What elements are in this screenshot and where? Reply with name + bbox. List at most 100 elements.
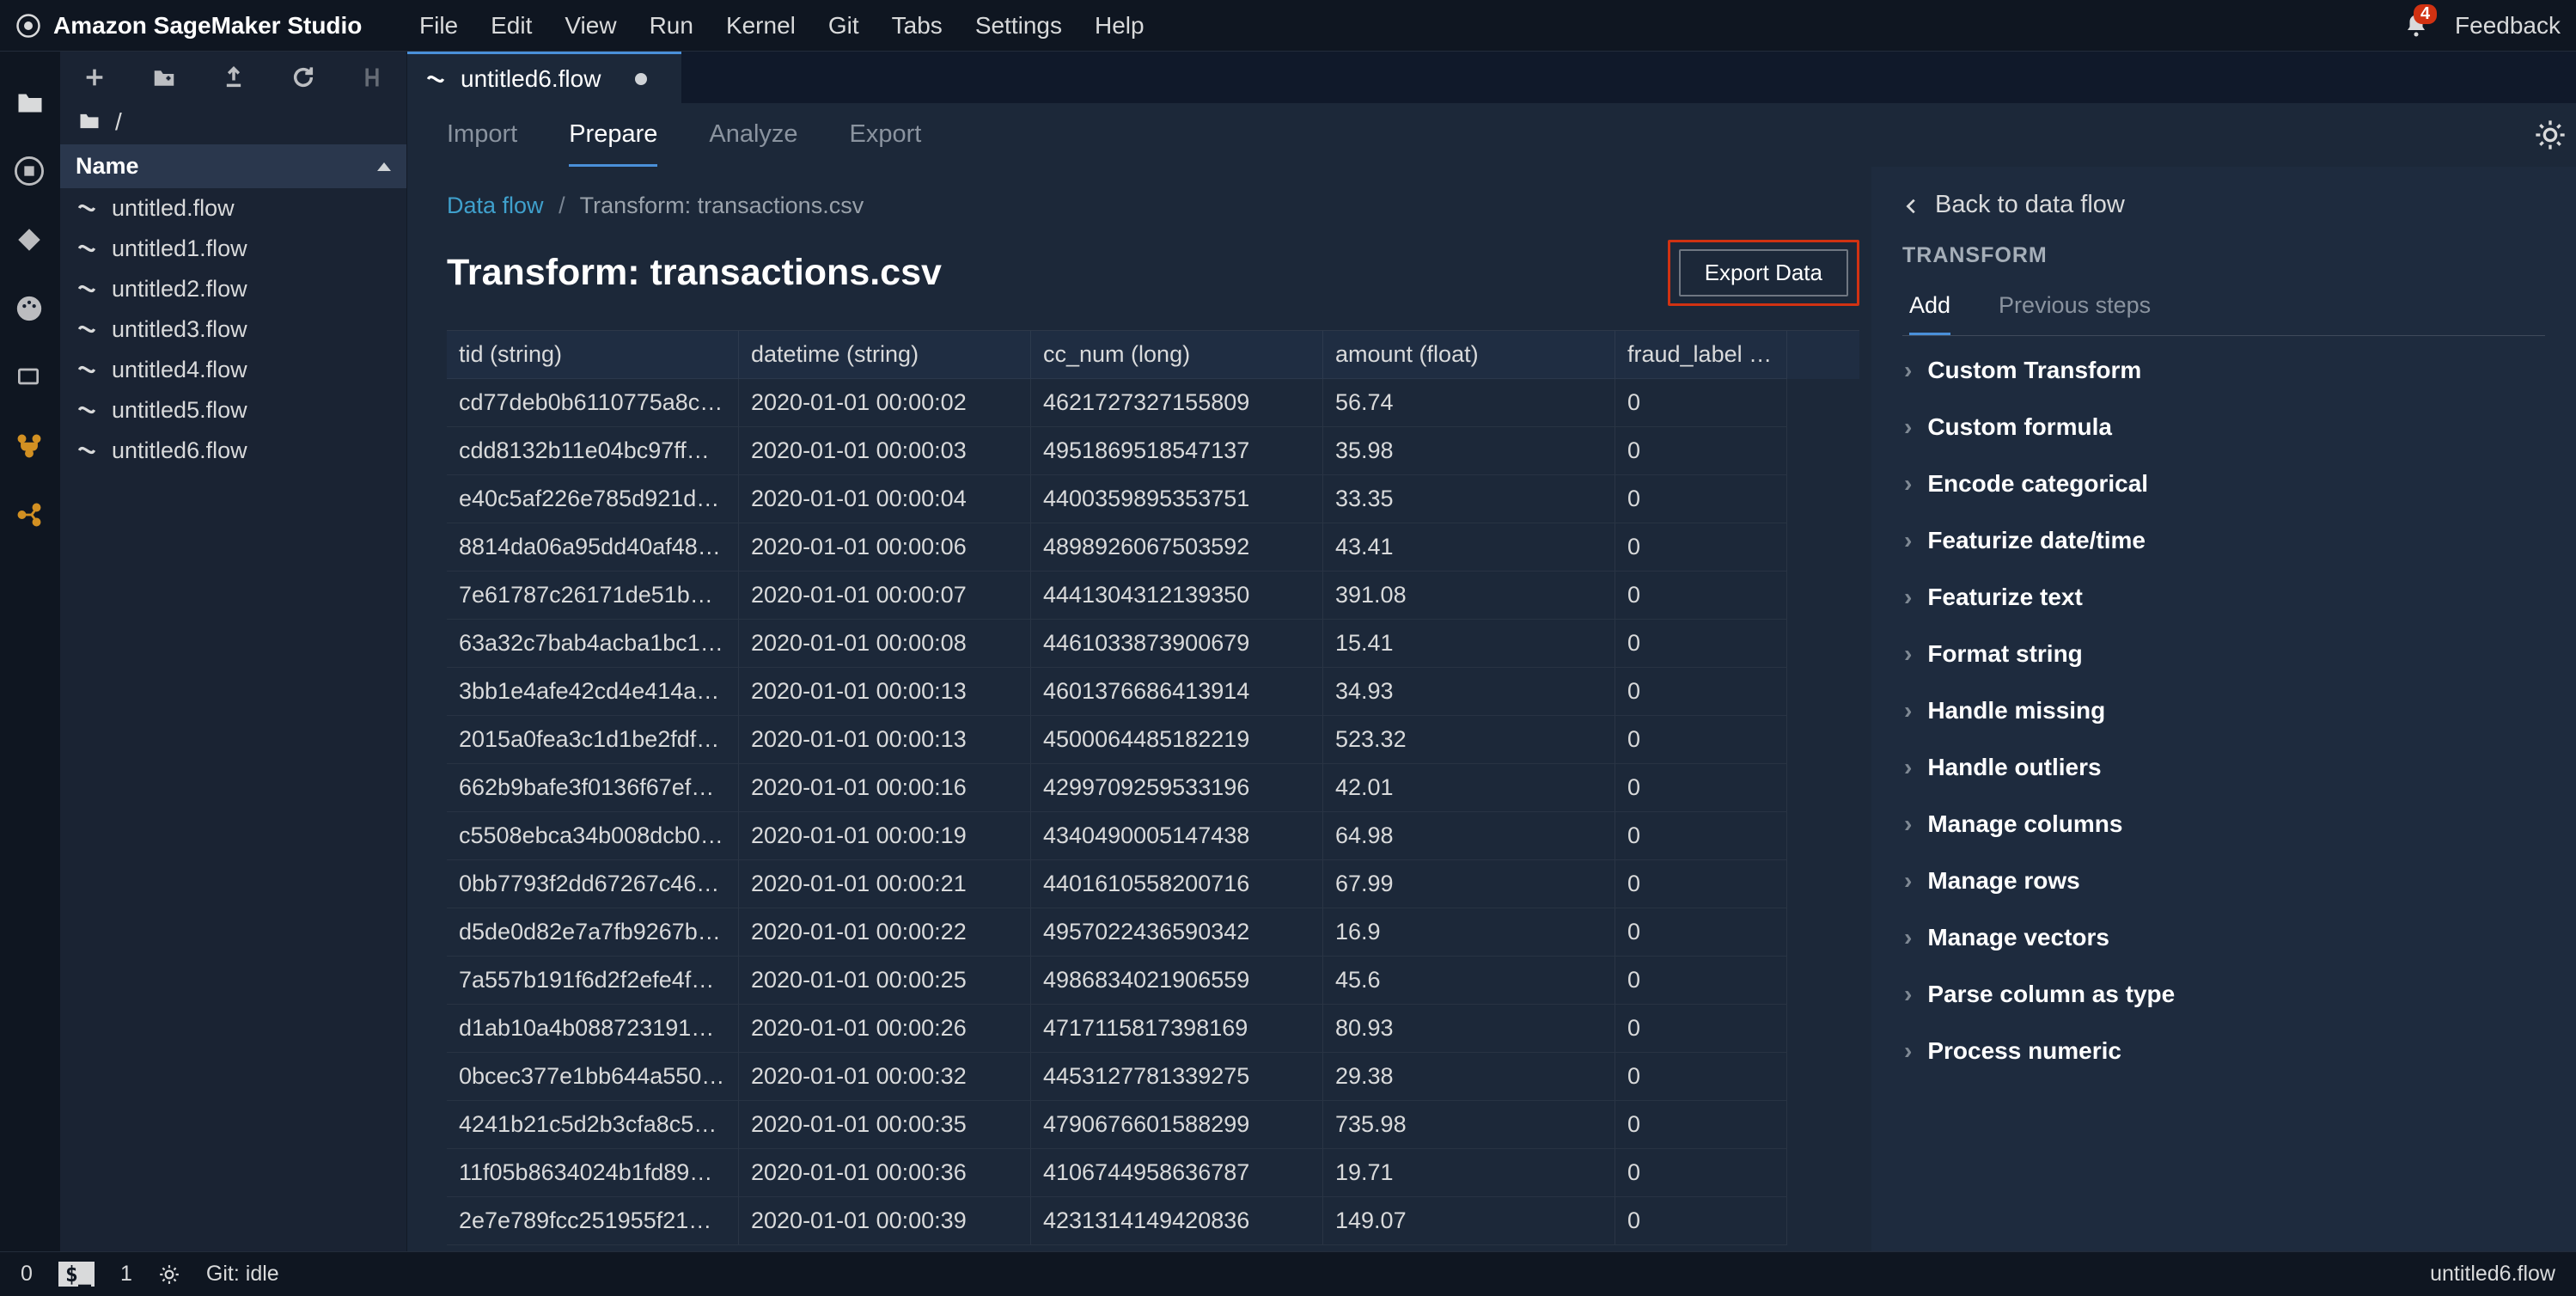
- back-to-flow-button[interactable]: Back to data flow: [1871, 167, 2576, 243]
- column-header[interactable]: datetime (string): [739, 331, 1031, 379]
- flow-file-icon: [76, 318, 100, 342]
- chevron-right-icon: ›: [1904, 924, 1912, 951]
- terminal-icon[interactable]: $_: [58, 1262, 95, 1287]
- cell: 0: [1615, 908, 1787, 957]
- stop-icon[interactable]: [15, 156, 46, 187]
- table-row[interactable]: 662b9bafe3f0136f67ef…2020-01-01 00:00:16…: [447, 764, 1859, 812]
- table-row[interactable]: d1ab10a4b088723191…2020-01-01 00:00:2647…: [447, 1005, 1859, 1053]
- table-row[interactable]: 63a32c7bab4acba1bc1…2020-01-01 00:00:084…: [447, 620, 1859, 668]
- subtab-add[interactable]: Add: [1909, 282, 1950, 335]
- table-row[interactable]: cdd8132b11e04bc97ff…2020-01-01 00:00:034…: [447, 427, 1859, 475]
- file-item[interactable]: untitled6.flow: [60, 431, 406, 471]
- brand: Amazon SageMaker Studio: [15, 12, 385, 40]
- chevron-right-icon: ›: [1904, 810, 1912, 838]
- transform-item[interactable]: ›Parse column as type: [1895, 969, 2552, 1020]
- git-status[interactable]: Git: idle: [206, 1262, 279, 1287]
- cell: 0: [1615, 427, 1787, 475]
- file-tab[interactable]: untitled6.flow: [407, 52, 681, 103]
- menu-tabs[interactable]: Tabs: [892, 12, 943, 40]
- transform-item[interactable]: ›Manage rows: [1895, 855, 2552, 907]
- menu-view[interactable]: View: [565, 12, 616, 40]
- breadcrumb-link[interactable]: Data flow: [447, 193, 544, 218]
- refresh-icon[interactable]: [291, 65, 315, 91]
- cell: 149.07: [1323, 1197, 1615, 1245]
- tab-analyze[interactable]: Analyze: [709, 120, 797, 167]
- table-row[interactable]: 3bb1e4afe42cd4e414a…2020-01-01 00:00:134…: [447, 668, 1859, 716]
- transform-item[interactable]: ›Encode categorical: [1895, 458, 2552, 510]
- column-header[interactable]: cc_num (long): [1031, 331, 1323, 379]
- menu-settings[interactable]: Settings: [975, 12, 1062, 40]
- git-icon[interactable]: [15, 225, 46, 256]
- git-pull-icon[interactable]: [360, 65, 384, 91]
- tab-export[interactable]: Export: [850, 120, 922, 167]
- file-list-header[interactable]: Name: [60, 144, 406, 188]
- flow-file-icon: [76, 278, 100, 302]
- menu-file[interactable]: File: [419, 12, 458, 40]
- flow-file-icon: [76, 439, 100, 463]
- table-row[interactable]: 7e61787c26171de51b…2020-01-01 00:00:0744…: [447, 572, 1859, 620]
- transform-item[interactable]: ›Custom Transform: [1895, 345, 2552, 396]
- new-launcher-icon[interactable]: [82, 65, 107, 91]
- table-row[interactable]: 4241b21c5d2b3cfa8c5…2020-01-01 00:00:354…: [447, 1101, 1859, 1149]
- sort-ascending-icon: [377, 162, 391, 171]
- table-row[interactable]: e40c5af226e785d921d…2020-01-01 00:00:044…: [447, 475, 1859, 523]
- transform-item[interactable]: ›Format string: [1895, 628, 2552, 680]
- subtab-previous-steps[interactable]: Previous steps: [1999, 282, 2151, 335]
- column-header[interactable]: fraud_label (long): [1615, 331, 1787, 379]
- table-row[interactable]: 11f05b8634024b1fd89…2020-01-01 00:00:364…: [447, 1149, 1859, 1197]
- upload-icon[interactable]: [222, 65, 246, 91]
- transform-item[interactable]: ›Manage vectors: [1895, 912, 2552, 963]
- folder-icon[interactable]: [15, 88, 46, 119]
- table-row[interactable]: 8814da06a95dd40af48…2020-01-01 00:00:064…: [447, 523, 1859, 572]
- new-folder-icon[interactable]: [151, 65, 177, 91]
- pipeline-icon[interactable]: [15, 431, 46, 462]
- status-num-1[interactable]: 1: [120, 1262, 132, 1287]
- file-browser: / Name untitled.flowuntitled1.flowuntitl…: [60, 52, 407, 1251]
- table-row[interactable]: 2015a0fea3c1d1be2fdf…2020-01-01 00:00:13…: [447, 716, 1859, 764]
- file-item[interactable]: untitled.flow: [60, 188, 406, 229]
- file-item[interactable]: untitled3.flow: [60, 309, 406, 350]
- transform-item[interactable]: ›Handle missing: [1895, 685, 2552, 737]
- cell: 0: [1615, 764, 1787, 812]
- transform-item[interactable]: ›Featurize text: [1895, 572, 2552, 623]
- transform-item[interactable]: ›Featurize date/time: [1895, 515, 2552, 566]
- table-row[interactable]: 2e7e789fcc251955f21…2020-01-01 00:00:394…: [447, 1197, 1859, 1245]
- cell: 43.41: [1323, 523, 1615, 572]
- transform-item[interactable]: ›Handle outliers: [1895, 742, 2552, 793]
- file-item[interactable]: untitled2.flow: [60, 269, 406, 309]
- extensions-icon[interactable]: [15, 363, 46, 394]
- tab-import[interactable]: Import: [447, 120, 517, 167]
- file-item[interactable]: untitled1.flow: [60, 229, 406, 269]
- table-row[interactable]: cd77deb0b6110775a8c…2020-01-01 00:00:024…: [447, 379, 1859, 427]
- tab-prepare[interactable]: Prepare: [569, 120, 657, 167]
- status-gear-icon[interactable]: [158, 1263, 180, 1286]
- path-breadcrumb[interactable]: /: [60, 101, 406, 144]
- menu-help[interactable]: Help: [1095, 12, 1145, 40]
- transform-item[interactable]: ›Custom formula: [1895, 401, 2552, 453]
- palette-icon[interactable]: [15, 294, 46, 325]
- file-item[interactable]: untitled5.flow: [60, 390, 406, 431]
- menu-edit[interactable]: Edit: [491, 12, 532, 40]
- table-row[interactable]: c5508ebca34b008dcb0…2020-01-01 00:00:194…: [447, 812, 1859, 860]
- table-row[interactable]: 7a557b191f6d2f2efe4f…2020-01-01 00:00:25…: [447, 957, 1859, 1005]
- column-header[interactable]: tid (string): [447, 331, 739, 379]
- transform-item[interactable]: ›Manage columns: [1895, 798, 2552, 850]
- table-row[interactable]: 0bb7793f2dd67267c46…2020-01-01 00:00:214…: [447, 860, 1859, 908]
- menu-git[interactable]: Git: [828, 12, 859, 40]
- column-header[interactable]: amount (float): [1323, 331, 1615, 379]
- settings-gear-icon[interactable]: [2533, 118, 2567, 152]
- status-num-left[interactable]: 0: [21, 1262, 33, 1287]
- feedback-link[interactable]: Feedback: [2455, 12, 2561, 40]
- status-filename[interactable]: untitled6.flow: [2430, 1262, 2555, 1287]
- table-row[interactable]: d5de0d82e7a7fb9267b…2020-01-01 00:00:224…: [447, 908, 1859, 957]
- notifications-button[interactable]: 4: [2403, 13, 2429, 39]
- menu-run[interactable]: Run: [650, 12, 693, 40]
- cell: 0bb7793f2dd67267c46…: [447, 860, 739, 908]
- file-item[interactable]: untitled4.flow: [60, 350, 406, 390]
- export-data-button[interactable]: Export Data: [1679, 249, 1848, 296]
- menu-kernel[interactable]: Kernel: [726, 12, 796, 40]
- components-icon[interactable]: [15, 500, 46, 531]
- cell: 0: [1615, 1197, 1787, 1245]
- transform-item[interactable]: ›Process numeric: [1895, 1025, 2552, 1077]
- table-row[interactable]: 0bcec377e1bb644a550…2020-01-01 00:00:324…: [447, 1053, 1859, 1101]
